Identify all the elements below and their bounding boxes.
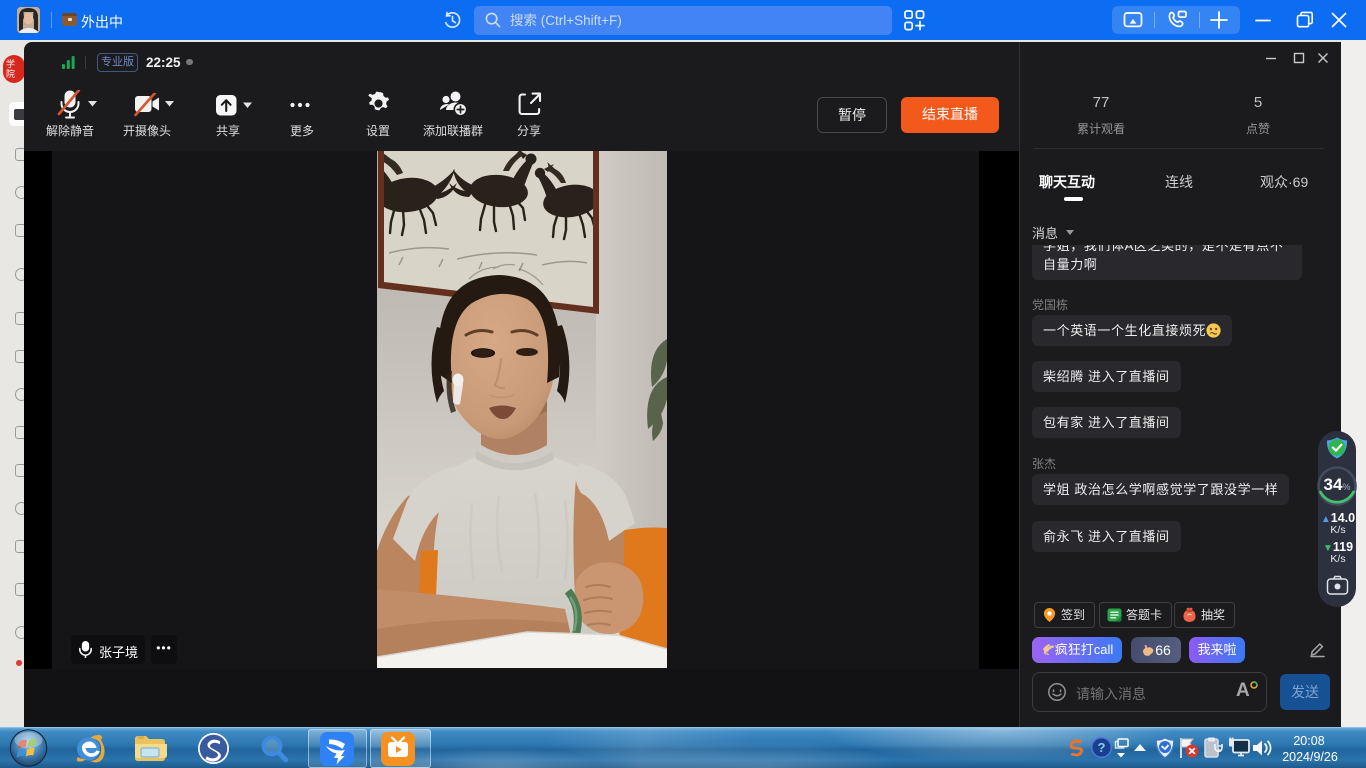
svg-text:?: ? xyxy=(1098,740,1106,755)
